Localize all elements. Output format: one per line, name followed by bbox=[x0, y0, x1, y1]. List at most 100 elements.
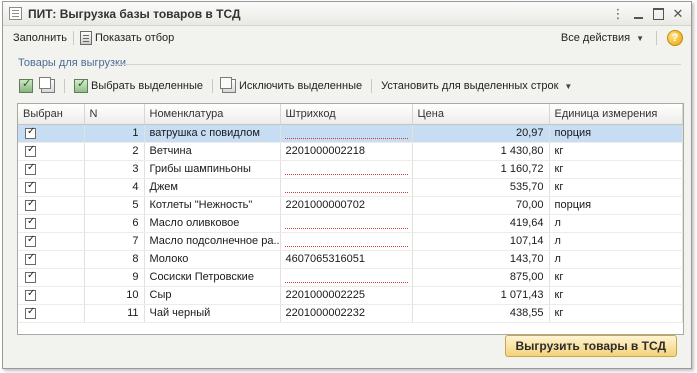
selected-cell[interactable] bbox=[18, 142, 85, 161]
all-actions-menu[interactable]: Все действия ▼ bbox=[559, 30, 646, 46]
row-checkbox[interactable] bbox=[25, 216, 36, 229]
row-checkbox[interactable] bbox=[25, 270, 36, 283]
set-for-rows-menu[interactable]: Установить для выделенных строк ▼ bbox=[378, 79, 575, 93]
row-number: 3 bbox=[84, 160, 145, 179]
barcode-cell[interactable]: 2201000002218 bbox=[280, 142, 413, 161]
exclude-selected-label: Исключить выделенные bbox=[239, 80, 363, 92]
column-header-price[interactable]: Цена bbox=[412, 104, 550, 125]
selected-cell[interactable] bbox=[18, 304, 85, 323]
separator bbox=[656, 31, 657, 45]
table-header-row: Выбран N Номенклатура Штрихкод Цена Един… bbox=[18, 104, 683, 125]
table-row[interactable]: 4 Джем 535,70 кг bbox=[18, 178, 683, 197]
barcode-cell[interactable]: 4607065316051 bbox=[280, 250, 413, 269]
goods-table[interactable]: Выбран N Номенклатура Штрихкод Цена Един… bbox=[17, 103, 684, 335]
barcode-cell[interactable] bbox=[280, 268, 413, 287]
barcode-cell[interactable] bbox=[280, 160, 413, 179]
group-divider bbox=[113, 64, 681, 65]
separator bbox=[212, 79, 213, 93]
barcode-cell[interactable] bbox=[280, 178, 413, 197]
table-row[interactable]: 8 Молоко 4607065316051 143,70 л bbox=[18, 250, 683, 269]
table-row[interactable]: 10 Сыр 2201000002225 1 071,43 кг bbox=[18, 286, 683, 305]
uncheck-all-button[interactable] bbox=[38, 77, 58, 94]
show-filter-button[interactable]: Показать отбор bbox=[78, 29, 176, 47]
document-icon bbox=[9, 7, 22, 20]
price-cell: 438,55 bbox=[412, 304, 550, 323]
column-header-barcode[interactable]: Штрихкод bbox=[280, 104, 413, 125]
selected-cell[interactable] bbox=[18, 214, 85, 233]
selected-cell[interactable] bbox=[18, 250, 85, 269]
selected-cell[interactable] bbox=[18, 286, 85, 305]
price-cell: 70,00 bbox=[412, 196, 550, 215]
row-checkbox[interactable] bbox=[25, 126, 36, 139]
row-checkbox[interactable] bbox=[25, 234, 36, 247]
row-checkbox[interactable] bbox=[25, 306, 36, 319]
more-icon[interactable]: ⋮ bbox=[611, 7, 625, 21]
title-bar: ПИТ: Выгрузка базы товаров в ТСД ⋮ ✕ bbox=[3, 2, 691, 26]
selected-cell[interactable] bbox=[18, 196, 85, 215]
product-name: Ветчина bbox=[144, 142, 281, 161]
row-checkbox[interactable] bbox=[25, 198, 36, 211]
barcode-cell[interactable]: 2201000002225 bbox=[280, 286, 413, 305]
table-row[interactable]: 5 Котлеты "Нежность" 2201000000702 70,00… bbox=[18, 196, 683, 215]
selected-cell[interactable] bbox=[18, 160, 85, 179]
table-row[interactable]: 6 Масло оливковое 419,64 л bbox=[18, 214, 683, 233]
column-header-selected[interactable]: Выбран bbox=[18, 104, 85, 125]
unit-cell: кг bbox=[549, 286, 683, 305]
table-row[interactable]: 11 Чай черный 2201000002232 438,55 кг bbox=[18, 304, 683, 323]
selected-cell[interactable] bbox=[18, 124, 85, 143]
row-number: 2 bbox=[84, 142, 145, 161]
help-icon[interactable]: ? bbox=[667, 30, 683, 46]
price-cell: 107,14 bbox=[412, 232, 550, 251]
barcode-cell[interactable] bbox=[280, 214, 413, 233]
column-header-name[interactable]: Номенклатура bbox=[144, 104, 281, 125]
row-number: 4 bbox=[84, 178, 145, 197]
table-row[interactable]: 1 ватрушка с повидлом 20,97 порция bbox=[18, 124, 683, 143]
command-bar: Заполнить Показать отбор Все действия ▼ … bbox=[3, 26, 691, 50]
chevron-down-icon: ▼ bbox=[564, 81, 573, 91]
group-title: Товары для выгрузки bbox=[18, 57, 127, 69]
product-name: Грибы шампиньоны bbox=[144, 160, 281, 179]
table-row[interactable]: 3 Грибы шампиньоны 1 160,72 кг bbox=[18, 160, 683, 179]
row-number: 9 bbox=[84, 268, 145, 287]
uncheck-all-icon bbox=[39, 77, 55, 93]
selected-cell[interactable] bbox=[18, 232, 85, 251]
product-name: Молоко bbox=[144, 250, 281, 269]
unit-cell: л bbox=[549, 232, 683, 251]
exclude-selected-button[interactable]: Исключить выделенные bbox=[219, 77, 365, 94]
column-header-unit[interactable]: Единица измерения bbox=[549, 104, 683, 125]
table-toolbar: Выбрать выделенные Исключить выделенные … bbox=[16, 76, 575, 96]
row-number: 1 bbox=[84, 124, 145, 143]
select-check-icon bbox=[74, 77, 88, 93]
column-header-n[interactable]: N bbox=[84, 104, 145, 125]
row-checkbox[interactable] bbox=[25, 252, 36, 265]
unit-cell: кг bbox=[549, 268, 683, 287]
row-number: 8 bbox=[84, 250, 145, 269]
table-row[interactable]: 2 Ветчина 2201000002218 1 430,80 кг bbox=[18, 142, 683, 161]
barcode-cell[interactable]: 2201000002232 bbox=[280, 304, 413, 323]
barcode-value: 2201000002225 bbox=[285, 289, 366, 301]
barcode-cell[interactable]: 2201000000702 bbox=[280, 196, 413, 215]
minimize-button[interactable] bbox=[631, 7, 645, 21]
maximize-button[interactable] bbox=[651, 7, 665, 21]
selected-cell[interactable] bbox=[18, 178, 85, 197]
export-goods-button[interactable]: Выгрузить товары в ТСД bbox=[504, 335, 677, 357]
row-checkbox[interactable] bbox=[25, 288, 36, 301]
select-selected-button[interactable]: Выбрать выделенные bbox=[71, 77, 206, 94]
check-all-icon bbox=[19, 77, 33, 93]
main-window: ПИТ: Выгрузка базы товаров в ТСД ⋮ ✕ Зап… bbox=[2, 1, 692, 369]
check-all-button[interactable] bbox=[16, 77, 36, 94]
selected-cell[interactable] bbox=[18, 268, 85, 287]
row-checkbox[interactable] bbox=[25, 144, 36, 157]
empty-barcode-marker bbox=[284, 281, 408, 283]
table-row[interactable]: 9 Сосиски Петровские 875,00 кг bbox=[18, 268, 683, 287]
table-row[interactable]: 7 Масло подсолнечное ра... 107,14 л bbox=[18, 232, 683, 251]
fill-button[interactable]: Заполнить bbox=[11, 30, 69, 46]
barcode-cell[interactable] bbox=[280, 124, 413, 143]
barcode-cell[interactable] bbox=[280, 232, 413, 251]
unit-cell: кг bbox=[549, 160, 683, 179]
product-name: Сыр bbox=[144, 286, 281, 305]
row-checkbox[interactable] bbox=[25, 180, 36, 193]
close-button[interactable]: ✕ bbox=[671, 7, 685, 21]
row-checkbox[interactable] bbox=[25, 162, 36, 175]
product-name: Джем bbox=[144, 178, 281, 197]
